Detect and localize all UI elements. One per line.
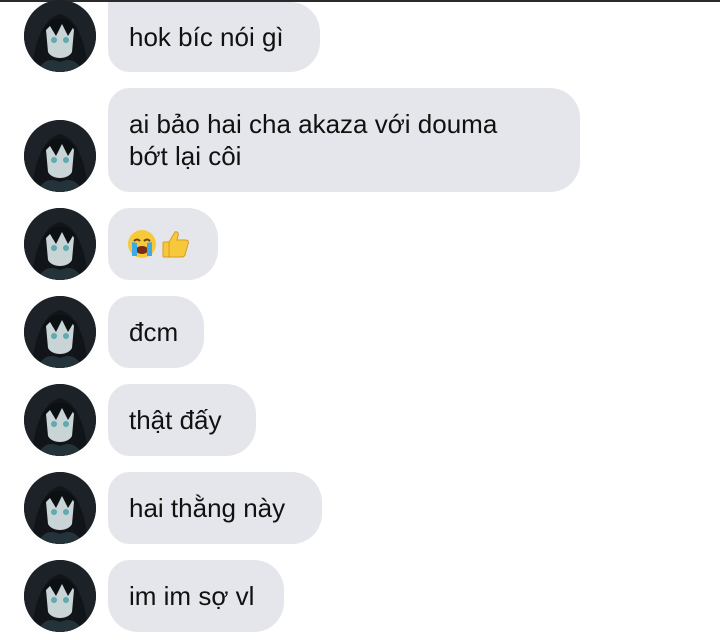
sender-avatar[interactable]: [24, 384, 96, 456]
message-text: hai thằng này: [129, 493, 286, 523]
message-bubble[interactable]: đcm: [108, 296, 204, 368]
avatar-image: [24, 560, 96, 632]
sender-avatar[interactable]: [24, 208, 96, 280]
message-text: ai bảo hai cha akaza với douma bớt lại c…: [129, 109, 498, 171]
sender-avatar[interactable]: [24, 560, 96, 632]
avatar-image: [24, 208, 96, 280]
avatar-image: [24, 472, 96, 544]
loudly-crying-face-icon: [128, 230, 156, 258]
message-text: im im sợ vl: [129, 581, 255, 611]
avatar-image: [24, 0, 96, 72]
sender-avatar[interactable]: [24, 0, 96, 72]
message-text: thật đấy: [129, 405, 222, 435]
message-text: hok bíc nói gì: [129, 22, 284, 52]
sender-avatar[interactable]: [24, 120, 96, 192]
message-bubble[interactable]: ai bảo hai cha akaza với douma bớt lại c…: [108, 88, 580, 192]
avatar-image: [24, 296, 96, 368]
sender-avatar[interactable]: [24, 472, 96, 544]
sender-avatar[interactable]: [24, 296, 96, 368]
message-bubble[interactable]: hok bíc nói gì: [108, 2, 320, 72]
message-bubble[interactable]: thật đấy: [108, 384, 256, 456]
thumbs-up-icon: [162, 231, 189, 258]
message-bubble[interactable]: im im sợ vl: [108, 560, 284, 632]
message-bubble[interactable]: [108, 208, 218, 280]
message-text: đcm: [129, 317, 179, 347]
message-bubble[interactable]: hai thằng này: [108, 472, 322, 544]
avatar-image: [24, 384, 96, 456]
avatar-image: [24, 120, 96, 192]
